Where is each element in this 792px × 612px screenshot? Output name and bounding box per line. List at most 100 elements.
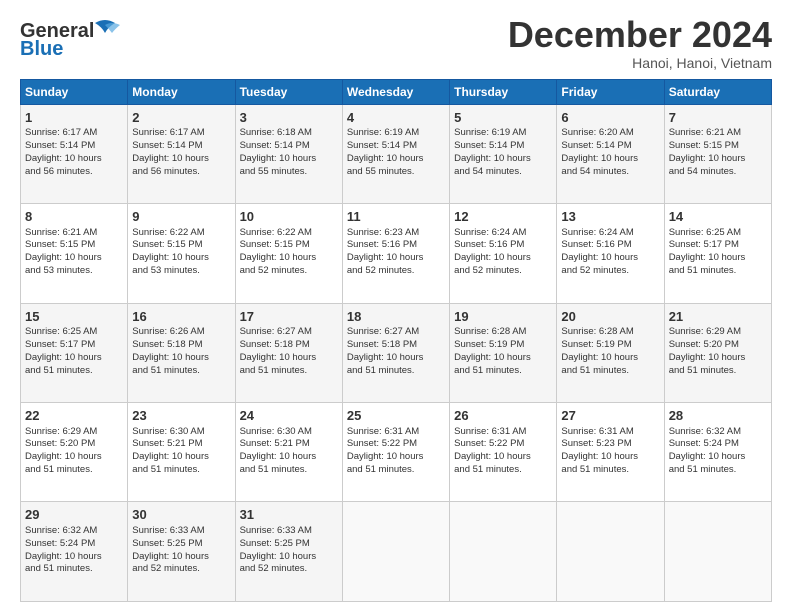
day-info-line: Sunset: 5:21 PM: [132, 438, 230, 451]
day-info-line: Sunset: 5:16 PM: [561, 239, 659, 252]
day-info-line: and 51 minutes.: [347, 464, 445, 477]
table-row: 1Sunrise: 6:17 AMSunset: 5:14 PMDaylight…: [21, 104, 128, 203]
day-info-line: Daylight: 10 hours: [561, 153, 659, 166]
day-info-line: and 56 minutes.: [25, 166, 123, 179]
day-info-line: and 51 minutes.: [669, 464, 767, 477]
day-info-line: and 51 minutes.: [240, 464, 338, 477]
day-number: 7: [669, 109, 767, 127]
day-info-line: and 51 minutes.: [454, 365, 552, 378]
day-info-line: Sunrise: 6:32 AM: [669, 426, 767, 439]
day-info-line: Sunrise: 6:27 AM: [347, 326, 445, 339]
calendar-week-4: 22Sunrise: 6:29 AMSunset: 5:20 PMDayligh…: [21, 403, 772, 502]
location: Hanoi, Hanoi, Vietnam: [508, 55, 772, 71]
day-number: 17: [240, 308, 338, 326]
day-info-line: and 51 minutes.: [25, 365, 123, 378]
table-row: 10Sunrise: 6:22 AMSunset: 5:15 PMDayligh…: [235, 204, 342, 303]
table-row: 6Sunrise: 6:20 AMSunset: 5:14 PMDaylight…: [557, 104, 664, 203]
day-info-line: Sunset: 5:14 PM: [561, 140, 659, 153]
table-row: 30Sunrise: 6:33 AMSunset: 5:25 PMDayligh…: [128, 502, 235, 602]
day-info-line: Sunrise: 6:21 AM: [669, 127, 767, 140]
day-info-line: Sunrise: 6:24 AM: [561, 227, 659, 240]
table-row: 15Sunrise: 6:25 AMSunset: 5:17 PMDayligh…: [21, 303, 128, 402]
logo: General Blue: [20, 15, 130, 60]
header-sunday: Sunday: [21, 79, 128, 104]
day-info-line: and 52 minutes.: [454, 265, 552, 278]
day-info-line: and 51 minutes.: [132, 464, 230, 477]
day-info-line: Sunset: 5:22 PM: [454, 438, 552, 451]
day-info-line: Sunset: 5:25 PM: [132, 538, 230, 551]
day-info-line: Daylight: 10 hours: [454, 352, 552, 365]
table-row: 19Sunrise: 6:28 AMSunset: 5:19 PMDayligh…: [450, 303, 557, 402]
day-info-line: Sunset: 5:20 PM: [669, 339, 767, 352]
day-info-line: Sunrise: 6:22 AM: [132, 227, 230, 240]
calendar-week-3: 15Sunrise: 6:25 AMSunset: 5:17 PMDayligh…: [21, 303, 772, 402]
header-thursday: Thursday: [450, 79, 557, 104]
day-info-line: Sunrise: 6:23 AM: [347, 227, 445, 240]
table-row: 17Sunrise: 6:27 AMSunset: 5:18 PMDayligh…: [235, 303, 342, 402]
table-row: 8Sunrise: 6:21 AMSunset: 5:15 PMDaylight…: [21, 204, 128, 303]
day-info-line: Sunrise: 6:29 AM: [25, 426, 123, 439]
day-info-line: Daylight: 10 hours: [347, 451, 445, 464]
day-number: 2: [132, 109, 230, 127]
day-info-line: Sunset: 5:23 PM: [561, 438, 659, 451]
day-info-line: Sunrise: 6:31 AM: [347, 426, 445, 439]
day-info-line: Daylight: 10 hours: [454, 153, 552, 166]
day-number: 21: [669, 308, 767, 326]
day-info-line: Daylight: 10 hours: [132, 153, 230, 166]
day-info-line: and 52 minutes.: [240, 265, 338, 278]
table-row: 3Sunrise: 6:18 AMSunset: 5:14 PMDaylight…: [235, 104, 342, 203]
header-saturday: Saturday: [664, 79, 771, 104]
calendar-week-2: 8Sunrise: 6:21 AMSunset: 5:15 PMDaylight…: [21, 204, 772, 303]
table-row: 24Sunrise: 6:30 AMSunset: 5:21 PMDayligh…: [235, 403, 342, 502]
day-info-line: Sunrise: 6:30 AM: [240, 426, 338, 439]
day-info-line: Daylight: 10 hours: [240, 451, 338, 464]
day-number: 12: [454, 208, 552, 226]
table-row: 13Sunrise: 6:24 AMSunset: 5:16 PMDayligh…: [557, 204, 664, 303]
day-number: 18: [347, 308, 445, 326]
day-info-line: Daylight: 10 hours: [132, 551, 230, 564]
day-info-line: Sunset: 5:18 PM: [347, 339, 445, 352]
day-info-line: Sunset: 5:14 PM: [454, 140, 552, 153]
day-info-line: Daylight: 10 hours: [132, 451, 230, 464]
calendar-week-5: 29Sunrise: 6:32 AMSunset: 5:24 PMDayligh…: [21, 502, 772, 602]
day-info-line: and 54 minutes.: [561, 166, 659, 179]
title-area: December 2024 Hanoi, Hanoi, Vietnam: [508, 15, 772, 71]
day-info-line: Sunrise: 6:31 AM: [561, 426, 659, 439]
day-info-line: Sunrise: 6:20 AM: [561, 127, 659, 140]
day-info-line: Sunset: 5:16 PM: [454, 239, 552, 252]
table-row: 5Sunrise: 6:19 AMSunset: 5:14 PMDaylight…: [450, 104, 557, 203]
day-number: 15: [25, 308, 123, 326]
day-info-line: and 51 minutes.: [669, 365, 767, 378]
day-number: 14: [669, 208, 767, 226]
day-info-line: Daylight: 10 hours: [561, 352, 659, 365]
calendar-table: Sunday Monday Tuesday Wednesday Thursday…: [20, 79, 772, 602]
svg-text:Blue: Blue: [20, 38, 63, 60]
day-number: 28: [669, 407, 767, 425]
day-number: 30: [132, 506, 230, 524]
day-info-line: Sunrise: 6:31 AM: [454, 426, 552, 439]
day-info-line: and 55 minutes.: [240, 166, 338, 179]
day-info-line: Sunset: 5:15 PM: [240, 239, 338, 252]
table-row: 4Sunrise: 6:19 AMSunset: 5:14 PMDaylight…: [342, 104, 449, 203]
day-info-line: Sunrise: 6:22 AM: [240, 227, 338, 240]
day-number: 6: [561, 109, 659, 127]
day-info-line: Sunset: 5:17 PM: [25, 339, 123, 352]
day-info-line: Daylight: 10 hours: [347, 252, 445, 265]
table-row: 11Sunrise: 6:23 AMSunset: 5:16 PMDayligh…: [342, 204, 449, 303]
day-info-line: Sunrise: 6:17 AM: [132, 127, 230, 140]
day-info-line: and 51 minutes.: [561, 365, 659, 378]
day-info-line: and 52 minutes.: [240, 563, 338, 576]
day-info-line: Daylight: 10 hours: [240, 352, 338, 365]
day-info-line: Sunset: 5:14 PM: [347, 140, 445, 153]
header-wednesday: Wednesday: [342, 79, 449, 104]
day-number: 27: [561, 407, 659, 425]
day-info-line: and 52 minutes.: [561, 265, 659, 278]
day-info-line: and 53 minutes.: [132, 265, 230, 278]
day-info-line: Sunset: 5:14 PM: [25, 140, 123, 153]
table-row: 26Sunrise: 6:31 AMSunset: 5:22 PMDayligh…: [450, 403, 557, 502]
day-info-line: Sunrise: 6:26 AM: [132, 326, 230, 339]
table-row: 9Sunrise: 6:22 AMSunset: 5:15 PMDaylight…: [128, 204, 235, 303]
page: General Blue December 2024 Hanoi, Hanoi,…: [0, 0, 792, 612]
table-row: 21Sunrise: 6:29 AMSunset: 5:20 PMDayligh…: [664, 303, 771, 402]
day-info-line: Sunrise: 6:24 AM: [454, 227, 552, 240]
